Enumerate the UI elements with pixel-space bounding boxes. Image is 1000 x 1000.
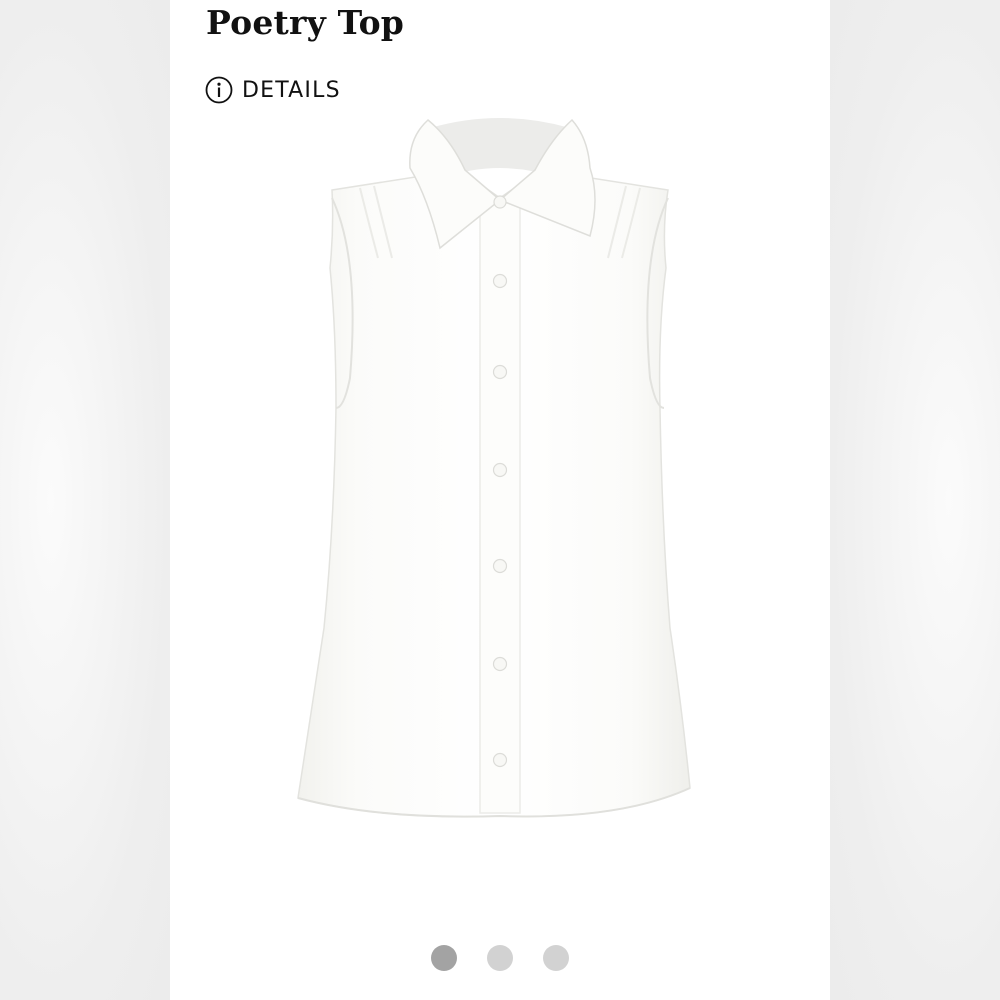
product-card: Poetry Top DETAILS [170, 0, 830, 1000]
carousel-dot-3[interactable] [543, 945, 569, 971]
details-label: DETAILS [242, 77, 341, 103]
product-image[interactable] [290, 108, 710, 828]
carousel-dot-2[interactable] [487, 945, 513, 971]
product-title: Poetry Top [206, 3, 405, 42]
carousel-dot-1[interactable] [431, 945, 457, 971]
page: Poetry Top DETAILS [0, 0, 1000, 1000]
background-blur-left [0, 0, 170, 1000]
info-icon [205, 76, 233, 104]
image-carousel-dots [170, 945, 830, 971]
details-button[interactable]: DETAILS [205, 76, 341, 104]
background-blur-right [830, 0, 1000, 1000]
